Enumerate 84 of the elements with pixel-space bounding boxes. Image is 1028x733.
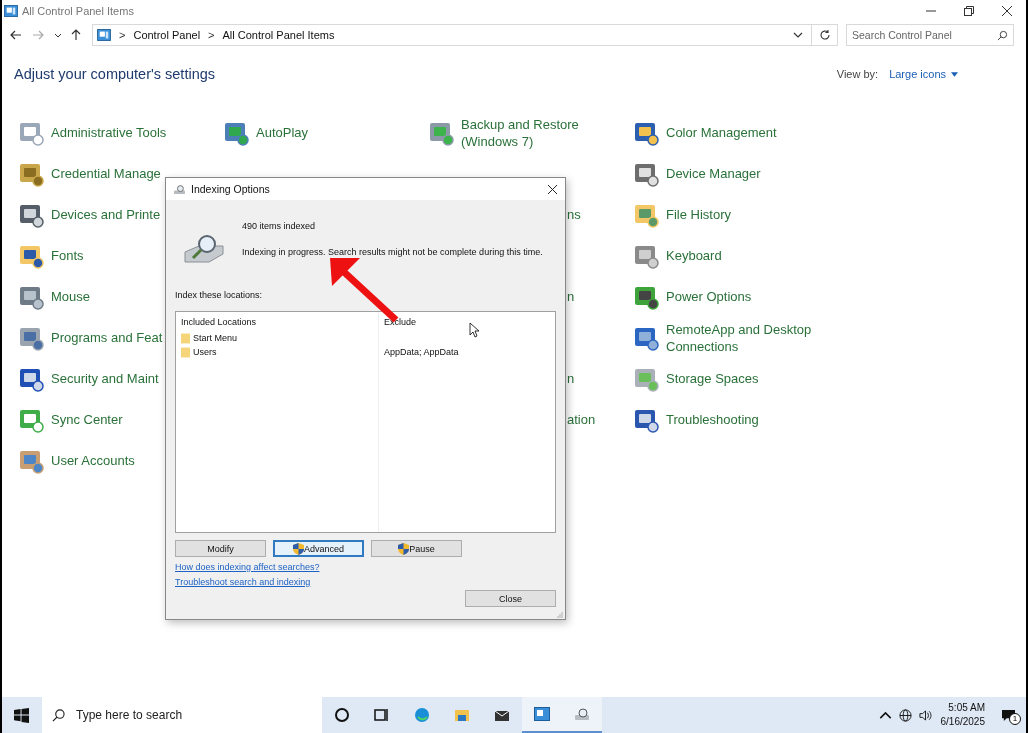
- breadcrumb-separator: >: [119, 29, 126, 41]
- control-panel-item[interactable]: Troubleshooting: [666, 411, 759, 428]
- search-input[interactable]: Search Control Panel: [847, 28, 994, 42]
- view-by-label: View by:: [836, 68, 879, 80]
- column-header[interactable]: Included Locations: [181, 317, 373, 331]
- locations-label: Index these locations:: [175, 290, 264, 300]
- refresh-button[interactable]: [812, 24, 838, 46]
- taskbar-app-button[interactable]: [522, 697, 562, 733]
- chevron-down-icon[interactable]: [54, 31, 62, 39]
- view-by-dropdown[interactable]: Large icons: [889, 68, 958, 80]
- browser-icon: [414, 707, 430, 723]
- clock-time[interactable]: 5:05 AM: [948, 701, 985, 715]
- globe-icon[interactable]: [898, 708, 912, 722]
- exclude-value: AppData; AppData: [384, 347, 459, 357]
- dialog-button[interactable]: Advanced: [273, 540, 364, 557]
- resize-grip-icon[interactable]: [557, 612, 563, 618]
- control-panel-item[interactable]: RemoteApp and Desktop Connections: [666, 320, 837, 355]
- close-icon[interactable]: [1002, 6, 1012, 16]
- circle-icon: [334, 707, 350, 723]
- dialog-button[interactable]: Modify: [175, 540, 266, 557]
- control-panel-icon: [4, 5, 18, 17]
- control-panel-item[interactable]: Keyboard: [666, 247, 722, 264]
- refresh-icon: [818, 29, 831, 41]
- control-panel-item[interactable]: Storage Spaces: [666, 370, 759, 387]
- notification-button[interactable]: 1: [998, 705, 1018, 725]
- breadcrumb[interactable]: All Control Panel Items: [222, 29, 335, 41]
- address-bar[interactable]: > Control Panel > All Control Panel Items: [92, 24, 812, 46]
- breadcrumb-separator: >: [208, 29, 215, 41]
- close-button[interactable]: Close: [465, 590, 556, 607]
- magnifier-drive-icon: [574, 706, 590, 722]
- indexed-count: 490 items indexed: [242, 221, 317, 231]
- control-panel-item[interactable]: Power Options: [666, 288, 752, 305]
- location-name: Users: [193, 347, 217, 357]
- chevron-down-icon[interactable]: [793, 31, 803, 39]
- control-panel-item[interactable]: Mouse: [51, 288, 91, 305]
- item-label: n: [567, 288, 575, 305]
- breadcrumb[interactable]: Control Panel: [133, 29, 201, 41]
- search-input[interactable]: Type here to search: [74, 707, 308, 723]
- close-icon[interactable]: [548, 184, 557, 194]
- clock-date[interactable]: 6/16/2025: [940, 715, 985, 729]
- back-arrow-icon[interactable]: [10, 29, 22, 41]
- item-label: ation: [567, 411, 596, 428]
- item-label: n: [567, 370, 575, 387]
- help-link[interactable]: How does indexing affect searches?: [175, 562, 320, 572]
- page-heading: Adjust your computer's settings: [14, 66, 216, 82]
- column-header[interactable]: Exclude: [384, 317, 459, 331]
- control-panel-item[interactable]: Fonts: [51, 247, 84, 264]
- control-panel-icon: [534, 706, 550, 722]
- shield-icon: [398, 542, 410, 555]
- speaker-icon[interactable]: [918, 708, 932, 722]
- indexing-status: Indexing in progress. Search results might not be complete during this time.: [242, 247, 543, 257]
- control-panel-item[interactable]: Sync Center: [51, 411, 123, 428]
- item-label: ns: [567, 206, 581, 223]
- location-name: Start Menu: [193, 333, 238, 343]
- control-panel-item[interactable]: AutoPlay: [256, 124, 309, 141]
- window-title: All Control Panel Items: [22, 5, 134, 17]
- search-icon: [52, 708, 65, 722]
- control-panel-item[interactable]: Administrative Tools: [51, 124, 167, 141]
- help-link[interactable]: Troubleshoot search and indexing: [175, 577, 311, 587]
- search-field[interactable]: Search Control Panel: [846, 24, 1014, 46]
- magnifier-drive-icon: [183, 232, 225, 264]
- dialog-title: Indexing Options: [191, 183, 270, 195]
- restore-icon[interactable]: [964, 6, 974, 16]
- control-panel-item[interactable]: Devices and Printe: [51, 206, 161, 223]
- taskbar-search-field[interactable]: Type here to search: [42, 697, 322, 733]
- notification-badge: 1: [1009, 713, 1021, 725]
- up-arrow-icon[interactable]: [70, 29, 82, 41]
- magnifier-drive-icon: [173, 183, 186, 195]
- control-panel-icon: [97, 29, 111, 41]
- control-panel-item[interactable]: Device Manager: [666, 165, 761, 182]
- control-panel-item[interactable]: User Accounts: [51, 452, 135, 469]
- mouse-cursor-icon: [469, 322, 479, 338]
- shield-icon: [293, 542, 304, 555]
- search-icon: [997, 29, 1008, 41]
- task-view-icon: [374, 707, 390, 723]
- control-panel-item[interactable]: Backup and Restore (Windows 7): [461, 115, 632, 150]
- control-panel-item[interactable]: Programs and Feat: [51, 329, 163, 346]
- control-panel-item[interactable]: Color Management: [666, 124, 777, 141]
- dialog-button[interactable]: Pause: [371, 540, 462, 557]
- control-panel-item[interactable]: Credential Manage: [51, 165, 161, 182]
- control-panel-item[interactable]: File History: [666, 206, 731, 223]
- control-panel-item[interactable]: Security and Maint: [51, 370, 159, 387]
- caret-icon[interactable]: [951, 71, 958, 77]
- windows-start-icon[interactable]: [14, 707, 29, 723]
